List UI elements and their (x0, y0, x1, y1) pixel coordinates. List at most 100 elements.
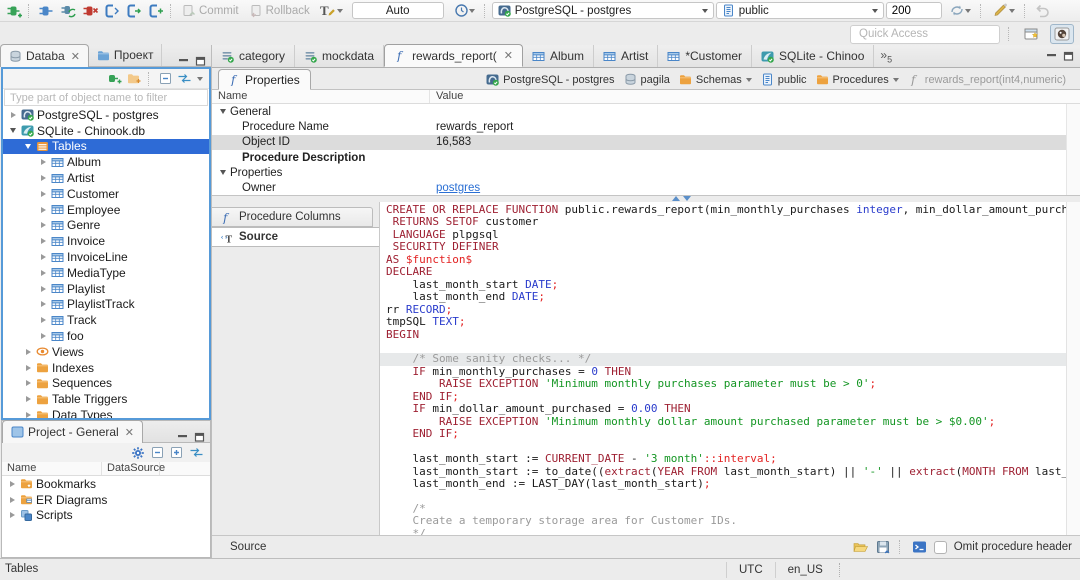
minimize-icon[interactable] (178, 56, 189, 66)
column-name[interactable]: Name (2, 462, 102, 475)
tree-item-album[interactable]: Album (3, 154, 209, 170)
tree-item-playlist[interactable]: Playlist (3, 281, 209, 297)
editor-tab-mockdata[interactable]: mockdata (295, 45, 385, 67)
tab-properties[interactable]: f Properties (218, 69, 311, 90)
breadcrumb-item-schemas[interactable]: Schemas (679, 73, 752, 86)
expand-arrow-icon[interactable] (37, 254, 49, 260)
quick-access-input[interactable] (850, 24, 1000, 44)
project-item-bookmarks[interactable]: Bookmarks (2, 476, 210, 492)
expand-arrow-icon[interactable] (37, 238, 49, 244)
tree-item-mediatype[interactable]: MediaType (3, 265, 209, 281)
property-row-procedure-name[interactable]: Procedure Name rewards_report (212, 119, 1080, 134)
status-locale[interactable]: en_US (774, 561, 835, 578)
collapse-arrow-icon[interactable] (220, 170, 226, 176)
column-value[interactable]: Value (430, 90, 1080, 103)
editor-tab-artist[interactable]: Artist (594, 45, 659, 67)
code-line[interactable]: AS $function$ (386, 253, 1066, 266)
expand-arrow-icon[interactable] (22, 365, 34, 371)
tree-item-invoice[interactable]: Invoice (3, 233, 209, 249)
close-icon[interactable]: ✕ (71, 50, 80, 63)
property-row-general[interactable]: General (212, 104, 1080, 119)
expand-arrow-icon[interactable] (22, 380, 34, 386)
undo-button[interactable] (1032, 1, 1052, 21)
connect-button[interactable] (36, 1, 56, 21)
settings-gear-icon[interactable] (131, 446, 145, 460)
expand-arrow-icon[interactable] (22, 349, 34, 355)
project-item-er-diagrams[interactable]: ER Diagrams (2, 492, 210, 508)
properties-scrollbar[interactable] (1066, 104, 1080, 195)
minimize-icon[interactable] (177, 432, 188, 442)
expand-arrow-icon[interactable] (6, 481, 18, 487)
owner-link[interactable]: postgres (436, 182, 480, 194)
dbeaver-perspective-button[interactable] (1050, 24, 1074, 44)
code-editor[interactable]: CREATE OR REPLACE FUNCTION public.reward… (380, 202, 1066, 535)
expand-arrow-icon[interactable] (37, 159, 49, 165)
status-timezone[interactable]: UTC (726, 561, 775, 578)
sash-collapse-icon[interactable] (672, 196, 692, 201)
maximize-icon[interactable] (195, 56, 206, 66)
tab-database-navigator[interactable]: Databa ✕ (0, 44, 89, 67)
new-sql-editor-button[interactable] (102, 1, 122, 21)
tree-item-tables[interactable]: Tables (3, 138, 209, 155)
code-line[interactable]: last_month_end DATE; (386, 290, 1066, 303)
bottom-tab-source[interactable]: Source (212, 541, 266, 553)
open-sql-script-button[interactable] (124, 1, 144, 21)
tree-item-table-triggers[interactable]: Table Triggers (3, 391, 209, 407)
chevron-down-icon[interactable] (892, 77, 899, 82)
tree-item-sqlite-chinook-db[interactable]: SQLite - Chinook.db (3, 123, 209, 139)
tab-overflow-indicator[interactable]: »5 (874, 48, 898, 64)
open-console-icon[interactable] (912, 540, 927, 554)
code-line[interactable]: */ (386, 527, 1066, 535)
editor-tab-customer[interactable]: *Customer (658, 45, 753, 67)
minimize-icon[interactable] (1046, 51, 1057, 61)
view-menu-icon[interactable] (197, 76, 203, 81)
expand-arrow-icon[interactable] (37, 286, 49, 292)
property-row-properties[interactable]: Properties (212, 165, 1080, 180)
code-line[interactable]: tmpSQL TEXT; (386, 315, 1066, 328)
active-connection-combo[interactable]: PostgreSQL - postgres (491, 2, 714, 19)
tree-item-employee[interactable]: Employee (3, 202, 209, 218)
editor-tab-category[interactable]: category (212, 45, 296, 67)
new-folder-icon[interactable] (127, 72, 141, 85)
expand-all-icon[interactable] (170, 446, 183, 459)
editor-tab-sqlite-chinoo[interactable]: SQLite - Chinoo (752, 45, 875, 67)
code-line[interactable] (386, 490, 1066, 502)
column-name[interactable]: Name (212, 90, 430, 103)
collapse-arrow-icon[interactable] (22, 144, 34, 149)
chevron-down-icon[interactable] (745, 77, 752, 82)
column-datasource[interactable]: DataSource (102, 462, 165, 475)
refresh-button[interactable] (944, 1, 976, 21)
commit-button[interactable]: Commit (178, 4, 243, 18)
new-connection-button[interactable] (4, 1, 24, 21)
breadcrumb-item-pagila[interactable]: pagila (624, 73, 670, 86)
expand-arrow-icon[interactable] (37, 207, 49, 213)
transaction-log-button[interactable]: T (316, 1, 346, 21)
expand-arrow-icon[interactable] (22, 396, 34, 402)
transaction-history-button[interactable] (450, 1, 480, 21)
page-button-source[interactable]: ‹› T Source (212, 227, 379, 247)
expand-arrow-icon[interactable] (37, 222, 49, 228)
code-line[interactable]: BEGIN (386, 328, 1066, 341)
disconnect-button[interactable] (80, 1, 100, 21)
collapse-arrow-icon[interactable] (7, 128, 19, 133)
tree-item-genre[interactable]: Genre (3, 218, 209, 234)
link-with-editor-icon[interactable] (177, 73, 192, 84)
tree-item-track[interactable]: Track (3, 312, 209, 328)
breadcrumb-item-public[interactable]: public (761, 73, 807, 86)
expand-arrow-icon[interactable] (37, 317, 49, 323)
expand-arrow-icon[interactable] (37, 175, 49, 181)
fetch-size-input[interactable] (885, 2, 942, 19)
expand-arrow-icon[interactable] (6, 512, 18, 518)
active-schema-combo[interactable]: public (715, 2, 884, 19)
code-line[interactable]: last_month_end := LAST_DAY(last_month_st… (386, 477, 1066, 490)
close-icon[interactable]: ✕ (504, 49, 513, 62)
new-connection-icon[interactable] (107, 72, 122, 85)
code-line[interactable]: RAISE EXCEPTION 'Minimum monthly purchas… (386, 378, 1066, 390)
code-line[interactable]: rr RECORD; (386, 303, 1066, 316)
expand-arrow-icon[interactable] (7, 112, 19, 118)
code-line[interactable]: RAISE EXCEPTION 'Minimum monthly dollar … (386, 415, 1066, 428)
omit-procedure-header-checkbox[interactable] (933, 540, 947, 554)
property-row-object-id[interactable]: Object ID 16,583 (212, 134, 1080, 150)
tab-projects[interactable]: Проект (89, 44, 163, 66)
expand-arrow-icon[interactable] (37, 301, 49, 307)
